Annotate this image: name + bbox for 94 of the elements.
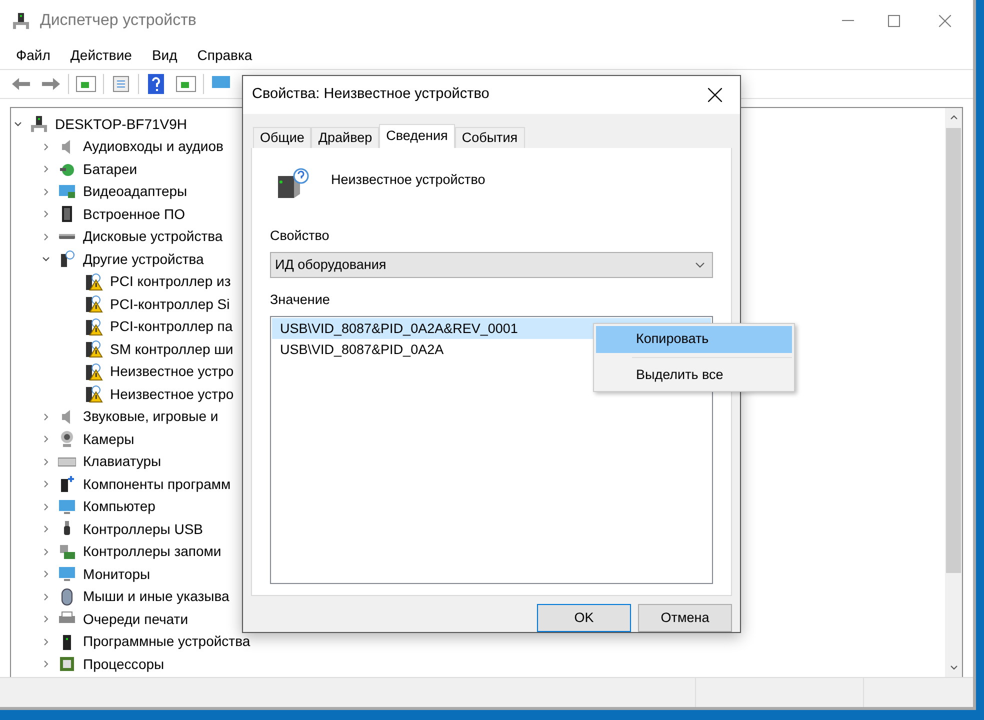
device-warning-icon <box>85 362 103 381</box>
tree-item[interactable]: Неизвестное устро <box>110 384 234 405</box>
tree-item[interactable]: Клавиатуры <box>83 451 162 472</box>
chevron-right-icon[interactable] <box>42 435 50 444</box>
scrollbar[interactable] <box>945 108 962 677</box>
monitor-icon <box>58 498 76 516</box>
chevron-right-icon[interactable] <box>42 548 50 556</box>
chevron-right-icon[interactable] <box>42 165 50 174</box>
device-warning-icon <box>85 385 103 404</box>
menu-item[interactable]: Справка <box>189 45 260 66</box>
chevron-right-icon[interactable] <box>42 480 50 488</box>
tree-item[interactable]: Процессоры <box>83 654 164 675</box>
dialog-title: Свойства: Неизвестное устройство <box>252 85 490 104</box>
scroll-down-icon[interactable] <box>950 665 958 671</box>
chevron-right-icon[interactable] <box>42 615 50 624</box>
tree-item[interactable]: SM контроллер ши <box>110 338 234 360</box>
help-icon <box>148 74 164 94</box>
computer-icon <box>12 12 30 30</box>
tree-item[interactable]: Мониторы <box>83 564 150 585</box>
device-warning-icon <box>85 295 103 314</box>
tree-item[interactable]: Звуковые, игровые и <box>83 406 218 428</box>
tab[interactable]: Драйвер <box>311 126 380 148</box>
menu-item[interactable]: Действие <box>62 45 140 66</box>
device-question-icon <box>58 250 76 268</box>
computer-icon <box>30 115 48 134</box>
maximize-icon <box>888 15 900 27</box>
tree-item[interactable]: Мыши и иные указыва <box>83 586 230 608</box>
drive-icon <box>58 233 76 240</box>
tree-item[interactable]: Камеры <box>83 428 134 450</box>
arrow-left-icon <box>11 76 31 92</box>
processor-icon <box>58 655 76 674</box>
chevron-right-icon[interactable] <box>42 592 50 601</box>
tree-item[interactable]: DESKTOP-BF71V9H <box>55 114 188 135</box>
tree-item[interactable]: Видеоадаптеры <box>83 181 188 202</box>
webcam-icon <box>58 430 76 448</box>
chevron-right-icon[interactable] <box>42 525 50 534</box>
chevron-right-icon[interactable] <box>42 412 50 421</box>
tree-item[interactable]: Встроенное ПО <box>83 204 185 225</box>
menu-item[interactable]: Выделить все <box>596 362 792 389</box>
chevron-down-icon <box>695 262 705 268</box>
dialog-button[interactable]: OK <box>537 604 631 632</box>
chevron-right-icon[interactable] <box>42 660 50 668</box>
window-title: Диспетчер устройств <box>40 11 196 31</box>
tree-item[interactable]: Программные устройства <box>83 631 250 652</box>
chevron-right-icon[interactable] <box>42 232 50 241</box>
monitor-icon <box>58 182 76 201</box>
device-warning-icon <box>85 318 103 336</box>
tree-item[interactable]: Батареи <box>83 158 138 180</box>
chevron-right-icon[interactable] <box>42 458 50 466</box>
tree-item[interactable]: Очереди печати <box>83 608 188 630</box>
value-label: Значение <box>270 291 331 310</box>
scroll-up-icon[interactable] <box>950 114 958 120</box>
properties-icon <box>112 75 130 93</box>
tab[interactable]: Сведения <box>379 124 455 148</box>
close-icon <box>708 88 722 102</box>
chevron-down-icon[interactable] <box>14 120 22 128</box>
tree-item[interactable]: Контроллеры USB <box>83 518 203 540</box>
device-plus-icon <box>58 475 76 494</box>
chevron-right-icon[interactable] <box>42 570 50 578</box>
minimize-icon <box>842 20 854 22</box>
tree-item[interactable]: Дисковые устройства <box>83 226 223 248</box>
device-name: Неизвестное устройство <box>331 170 486 189</box>
arrow-right-icon <box>41 76 61 92</box>
tree-item[interactable]: Аудиовходы и аудиов <box>83 136 224 158</box>
device-warning-icon <box>85 272 103 291</box>
tab[interactable]: События <box>454 126 525 148</box>
chevron-right-icon[interactable] <box>42 210 50 218</box>
tree-item[interactable]: Неизвестное устро <box>110 361 234 382</box>
storage-card-icon <box>58 542 76 561</box>
panel-icon <box>176 76 196 92</box>
property-label: Свойство <box>270 226 330 245</box>
property-dropdown[interactable]: ИД оборудования <box>270 252 713 278</box>
chevron-down-icon[interactable] <box>42 255 50 264</box>
tree-item[interactable]: Компьютер <box>83 496 156 518</box>
tree-item[interactable]: PCI-контроллер Si <box>110 294 230 315</box>
menu-item[interactable]: Вид <box>144 45 186 66</box>
chevron-right-icon[interactable] <box>42 502 50 511</box>
menu-item[interactable]: Файл <box>8 45 58 66</box>
close-icon <box>939 15 951 27</box>
tree-item[interactable]: Компоненты программ <box>83 474 231 495</box>
tab[interactable]: Общие <box>253 126 312 148</box>
chevron-right-icon[interactable] <box>42 142 50 151</box>
tree-item[interactable]: PCI контроллер из <box>110 271 231 292</box>
monitor-icon <box>58 565 76 584</box>
tree-item[interactable]: Другие устройства <box>83 248 204 270</box>
dialog-button[interactable]: Отмена <box>638 604 732 632</box>
tree-item[interactable]: PCI-контроллер па <box>110 316 233 338</box>
device-warning-icon <box>85 340 103 358</box>
tree-item[interactable]: Контроллеры запоми <box>83 541 222 562</box>
panel-icon <box>76 76 96 92</box>
chevron-right-icon[interactable] <box>42 188 50 196</box>
menu-item[interactable]: Копировать <box>596 326 792 353</box>
scroll-thumb[interactable] <box>946 128 961 573</box>
chevron-right-icon[interactable] <box>42 638 50 646</box>
